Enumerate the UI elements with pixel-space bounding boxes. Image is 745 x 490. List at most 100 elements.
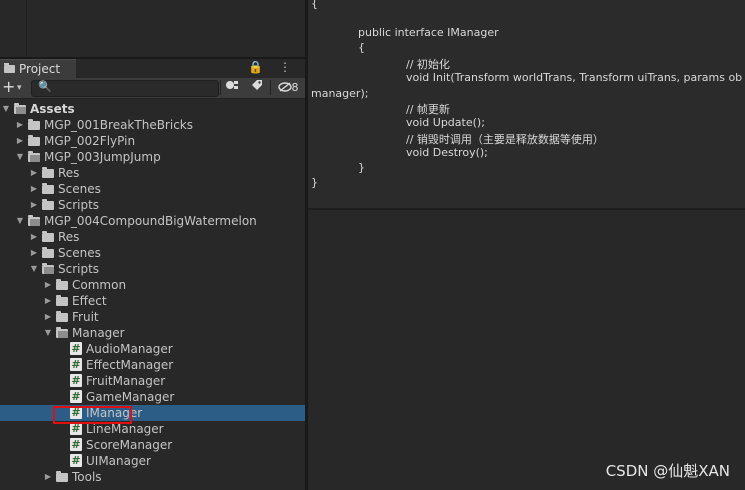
- script-item[interactable]: # EffectManager: [0, 357, 305, 373]
- csharp-script-icon: #: [70, 454, 82, 467]
- tab-project[interactable]: Project: [0, 59, 76, 78]
- chevron-down-icon[interactable]: ▾: [17, 79, 22, 97]
- expand-down-icon[interactable]: ▼: [29, 261, 39, 277]
- toolbar-separator: [270, 80, 271, 95]
- script-item[interactable]: # GameManager: [0, 389, 305, 405]
- highlight-box: [53, 406, 132, 424]
- tree-item-label: Res: [58, 230, 80, 244]
- tree-item-label: ScoreManager: [86, 438, 173, 452]
- hidden-count: 8: [291, 81, 299, 94]
- code-line: public interface IManager: [358, 26, 499, 39]
- folder-item[interactable]: ▼ Manager: [0, 325, 305, 341]
- csharp-script-icon: #: [70, 374, 82, 387]
- code-line: void Init(Transform worldTrans, Transfor…: [406, 71, 743, 84]
- folder-item[interactable]: ▶ MGP_001BreakTheBricks: [0, 117, 305, 133]
- tab-project-label: Project: [19, 62, 61, 76]
- expand-right-icon[interactable]: ▶: [29, 229, 39, 245]
- script-item[interactable]: # UIManager: [0, 453, 305, 469]
- watermark: CSDN @仙魁XAN: [605, 462, 730, 480]
- add-button[interactable]: +: [2, 78, 15, 96]
- expand-right-icon[interactable]: ▶: [43, 277, 53, 293]
- folder-item[interactable]: ▼ MGP_004CompoundBigWatermelon: [0, 213, 305, 229]
- project-tab-bar: Project 🔒 ⋮: [0, 59, 305, 78]
- expand-down-icon[interactable]: ▼: [15, 213, 25, 229]
- tree-item-label: MGP_003JumpJump: [44, 150, 161, 164]
- code-line: // 销毁时调用（主要是释放数据等使用）: [406, 133, 604, 146]
- search-by-label-button[interactable]: [246, 79, 268, 96]
- tree-item-label: MGP_004CompoundBigWatermelon: [44, 214, 257, 228]
- script-item[interactable]: # ScoreManager: [0, 437, 305, 453]
- code-line: }: [311, 176, 318, 189]
- folder-item[interactable]: ▼ Scripts: [0, 261, 305, 277]
- tag-icon: [252, 80, 262, 90]
- folder-item[interactable]: ▶ Scenes: [0, 181, 305, 197]
- tab-actions-lock-menu-icon[interactable]: 🔒 ⋮: [248, 60, 297, 74]
- expand-right-icon[interactable]: ▶: [43, 309, 53, 325]
- tree-item-label: MGP_002FlyPin: [44, 134, 136, 148]
- expand-down-icon[interactable]: ▼: [1, 101, 11, 117]
- code-viewer: { public interface IManager { // 初始化 void In…: [308, 0, 745, 208]
- folder-item[interactable]: ▶ Res: [0, 165, 305, 181]
- folder-open-icon: [28, 215, 40, 226]
- tree-item-label: Scenes: [58, 182, 101, 196]
- tree-item-label: Scripts: [58, 262, 100, 276]
- code-line: manager);: [311, 87, 369, 100]
- folder-item[interactable]: ▼ MGP_003JumpJump: [0, 149, 305, 165]
- expand-down-icon[interactable]: ▼: [43, 325, 53, 341]
- code-line: }: [358, 161, 365, 174]
- search-input[interactable]: 🔍: [31, 80, 219, 97]
- code-line: {: [358, 41, 365, 54]
- expand-right-icon[interactable]: ▶: [43, 293, 53, 309]
- expand-right-icon[interactable]: ▶: [15, 117, 25, 133]
- script-item[interactable]: # FruitManager: [0, 373, 305, 389]
- folder-icon: [4, 63, 15, 73]
- folder-open-icon: [14, 103, 26, 114]
- tree-item-label: Fruit: [72, 310, 99, 324]
- folder-item[interactable]: ▼ Assets: [0, 101, 305, 117]
- folder-icon: [56, 295, 68, 306]
- empty-panel-area: [308, 210, 745, 490]
- hidden-packages-toggle[interactable]: 8: [274, 79, 302, 96]
- folder-icon: [28, 119, 40, 130]
- tree-item-label: Assets: [30, 102, 75, 116]
- expand-right-icon[interactable]: ▶: [29, 197, 39, 213]
- expand-right-icon[interactable]: ▶: [29, 245, 39, 261]
- folder-open-icon: [42, 263, 54, 274]
- script-item[interactable]: # AudioManager: [0, 341, 305, 357]
- expand-right-icon[interactable]: ▶: [29, 181, 39, 197]
- script-item[interactable]: # LineManager: [0, 421, 305, 437]
- tree-item-label: Scenes: [58, 246, 101, 260]
- folder-item[interactable]: ▶ Effect: [0, 293, 305, 309]
- expand-right-icon[interactable]: ▶: [15, 133, 25, 149]
- folder-icon: [42, 167, 54, 178]
- search-by-type-button[interactable]: [221, 79, 243, 96]
- folder-icon: [42, 183, 54, 194]
- project-tree: ▼ Assets ▶ MGP_001BreakTheBricks ▶ MGP_002Fly…: [0, 99, 305, 490]
- script-item[interactable]: # IManager: [0, 405, 305, 421]
- tree-item-label: Effect: [72, 294, 107, 308]
- csharp-script-icon: #: [70, 438, 82, 451]
- folder-open-icon: [56, 327, 68, 338]
- folder-item[interactable]: ▶ Scenes: [0, 245, 305, 261]
- panel-divider: [26, 0, 27, 58]
- tree-item-label: MGP_001BreakTheBricks: [44, 118, 193, 132]
- folder-open-icon: [28, 151, 40, 162]
- expand-right-icon[interactable]: ▶: [43, 469, 53, 485]
- tree-item-label: GameManager: [86, 390, 175, 404]
- folder-item[interactable]: ▶ Common: [0, 277, 305, 293]
- folder-item[interactable]: ▶ MGP_002FlyPin: [0, 133, 305, 149]
- folder-item[interactable]: ▶ Fruit: [0, 309, 305, 325]
- folder-icon: [42, 231, 54, 242]
- code-line: // 初始化: [406, 58, 450, 71]
- folder-item[interactable]: ▶ Tools: [0, 469, 305, 485]
- folder-item[interactable]: ▶ Res: [0, 229, 305, 245]
- project-toolbar: + ▾ 🔍 8: [0, 78, 305, 99]
- expand-down-icon[interactable]: ▼: [15, 149, 25, 165]
- code-line: {: [311, 0, 318, 10]
- tree-item-label: Manager: [72, 326, 125, 340]
- folder-icon: [56, 471, 68, 482]
- tree-item-label: AudioManager: [86, 342, 173, 356]
- folder-item[interactable]: ▶ Scripts: [0, 197, 305, 213]
- expand-right-icon[interactable]: ▶: [29, 165, 39, 181]
- csharp-script-icon: #: [70, 342, 82, 355]
